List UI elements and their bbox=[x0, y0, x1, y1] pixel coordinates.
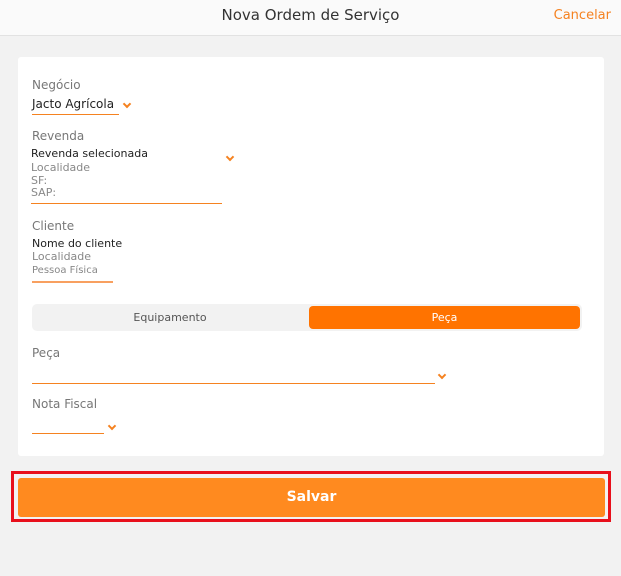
negocio-label: Negócio bbox=[32, 78, 81, 92]
cliente-value: Nome do cliente bbox=[32, 237, 123, 250]
nota-fiscal-label: Nota Fiscal bbox=[32, 397, 98, 411]
peca-label: Peça bbox=[32, 346, 61, 360]
revenda-localidade: Localidade bbox=[31, 161, 91, 174]
chevron-down-icon bbox=[122, 99, 132, 109]
segment-equipamento[interactable]: Equipamento bbox=[35, 306, 305, 329]
revenda-sap: SAP: bbox=[31, 186, 57, 199]
revenda-label: Revenda bbox=[32, 129, 85, 143]
cliente-underline bbox=[32, 281, 113, 283]
chevron-down-icon bbox=[225, 152, 235, 162]
top-bar: Nova Ordem de Serviço Cancelar bbox=[0, 0, 621, 36]
chevron-down-icon bbox=[107, 421, 117, 431]
chevron-down-icon bbox=[437, 370, 447, 380]
peca-underline bbox=[32, 383, 435, 384]
revenda-value: Revenda selecionada bbox=[31, 147, 148, 160]
save-button[interactable]: Salvar bbox=[18, 478, 605, 517]
negocio-value: Jacto Agrícola bbox=[32, 97, 115, 111]
revenda-underline bbox=[31, 203, 222, 204]
cliente-label: Cliente bbox=[32, 219, 75, 233]
nota-fiscal-underline bbox=[32, 433, 104, 434]
cancel-button[interactable]: Cancelar bbox=[554, 8, 611, 23]
cliente-localidade: Localidade bbox=[32, 250, 92, 263]
segment-peca[interactable]: Peça bbox=[309, 306, 580, 329]
type-segmented-control: Equipamento Peça bbox=[32, 304, 582, 331]
page-title: Nova Ordem de Serviço bbox=[221, 6, 400, 24]
cliente-tipo: Pessoa Física bbox=[32, 265, 98, 276]
form-card: Negócio Jacto Agrícola Revenda Revenda s… bbox=[18, 57, 604, 456]
negocio-underline bbox=[32, 114, 119, 115]
